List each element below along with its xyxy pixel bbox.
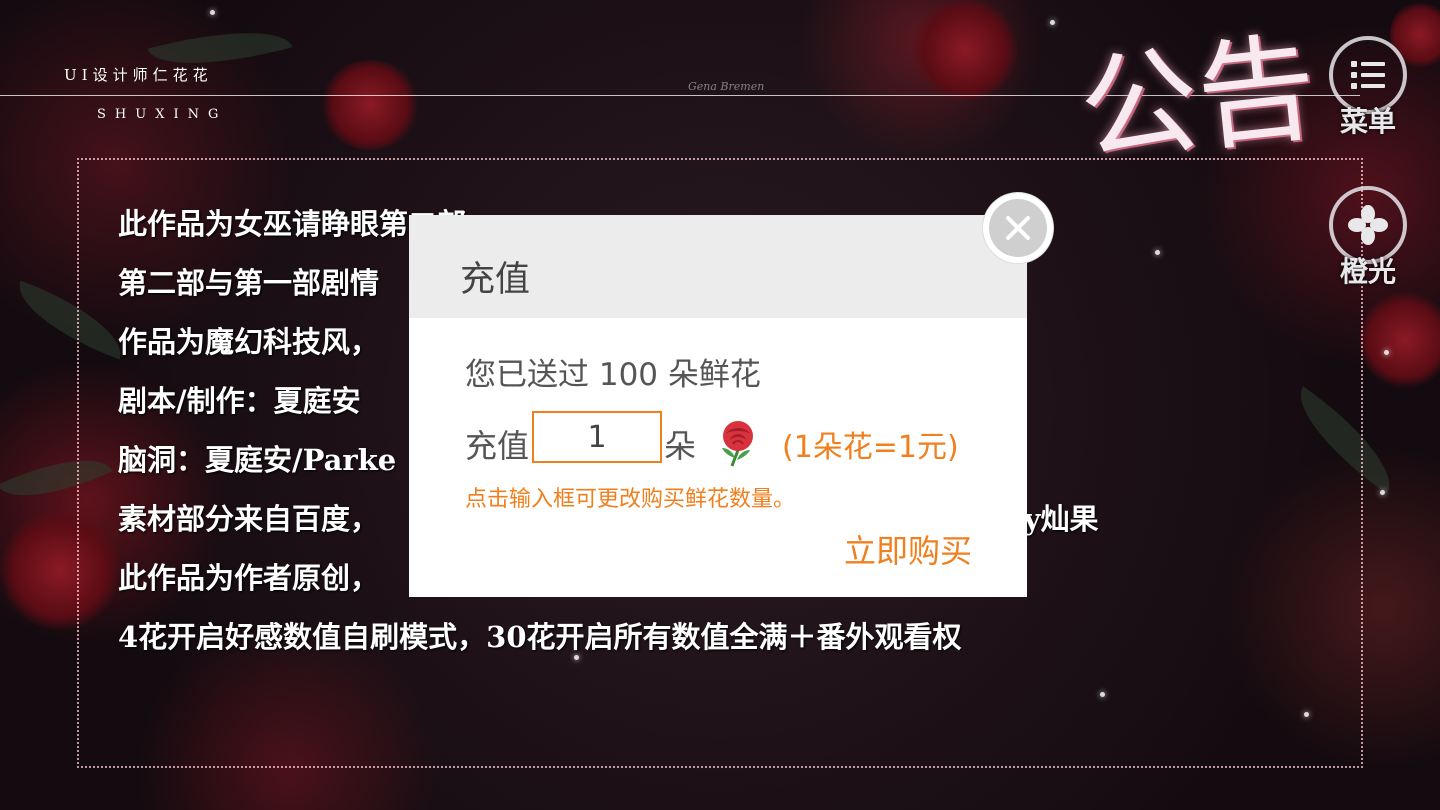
menu-button[interactable]: 菜单: [1324, 36, 1412, 140]
flowers-sent-text: 您已送过 100 朵鲜花: [465, 357, 761, 393]
brand-name: UI设计师仁花花: [64, 66, 213, 84]
menu-label: 菜单: [1339, 105, 1396, 138]
dialog-title: 充值: [460, 260, 531, 300]
notice-line: 4花开启好感数值自刷模式，30花开启所有数值全满＋番外观看权: [118, 620, 962, 654]
rose-decoration: [1360, 290, 1440, 390]
flower-quantity-input[interactable]: [532, 411, 662, 463]
recharge-dialog: 充值 您已送过 100 朵鲜花 充值 朵 (1朵花=1元) 点击输入框可更改购买…: [409, 215, 1027, 597]
artwork-signature: Gena Bremen: [688, 80, 765, 93]
buy-now-button[interactable]: 立即购买: [844, 526, 972, 572]
close-icon: [989, 199, 1047, 257]
notice-title-art: 公告: [1073, 18, 1323, 180]
rose-decoration: [910, 0, 1020, 100]
quantity-hint: 点击输入框可更改购买鲜花数量。: [465, 487, 796, 512]
brand-subtitle: SHUXING: [97, 107, 228, 122]
sparkle: [1380, 490, 1385, 495]
close-dialog-button[interactable]: [983, 193, 1053, 263]
sparkle: [1050, 20, 1055, 25]
flower-price-rate: (1朵花=1元): [782, 430, 959, 465]
rose-decoration: [320, 60, 420, 150]
rose-icon: [722, 421, 753, 467]
orange-light-button[interactable]: 橙光: [1324, 186, 1412, 290]
sparkle: [1384, 350, 1389, 355]
recharge-label: 充值: [465, 427, 530, 465]
unit-label: 朵: [664, 427, 697, 465]
orange-light-label: 橙光: [1339, 255, 1396, 288]
sparkle: [210, 10, 215, 15]
